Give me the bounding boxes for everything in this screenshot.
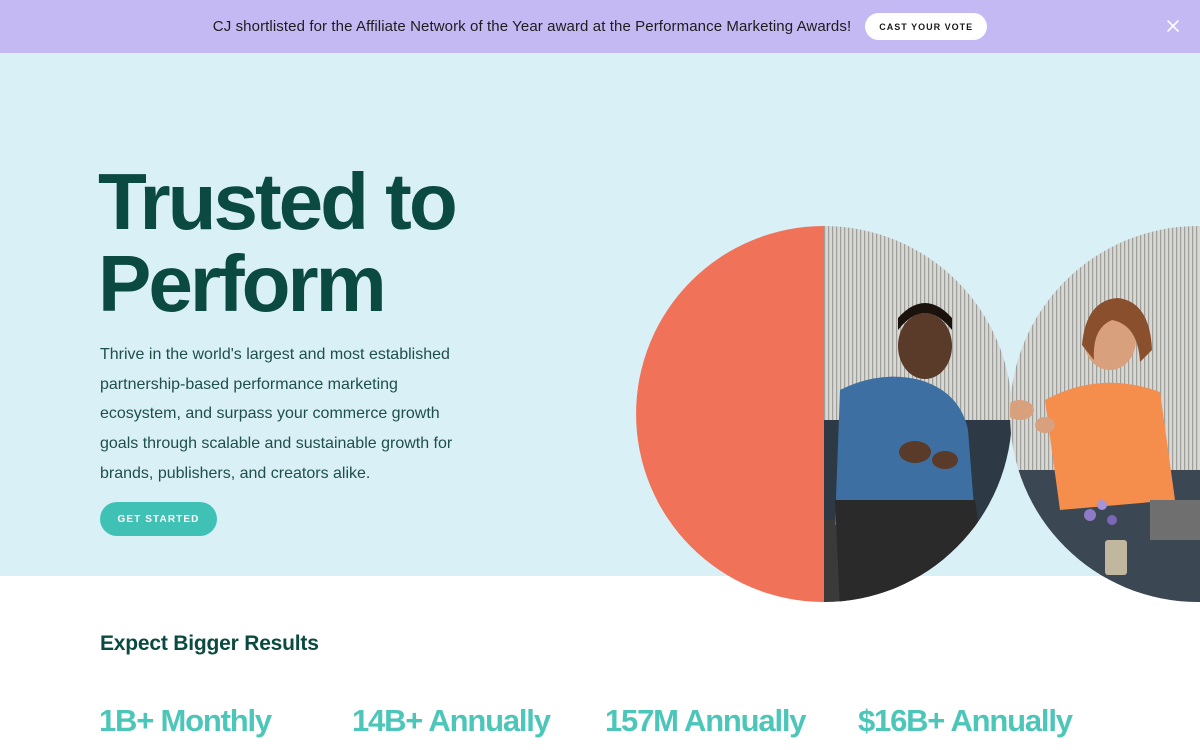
banner-text: CJ shortlisted for the Affiliate Network…: [212, 18, 852, 35]
get-started-button[interactable]: GET STARTED: [100, 502, 217, 536]
cast-your-vote-button[interactable]: CAST YOUR VOTE: [865, 13, 988, 40]
hero-description: Thrive in the world's largest and most e…: [100, 346, 453, 482]
stat-annually-2: 157M Annually: [605, 703, 807, 738]
stat-annually-3: $16B+ Annually: [858, 703, 1073, 738]
stat-monthly: 1B+ Monthly: [99, 703, 272, 738]
announcement-banner: CJ shortlisted for the Affiliate Network…: [0, 0, 1200, 53]
hero-title-line-2: Perform: [98, 239, 387, 328]
results-title: Expect Bigger Results: [100, 632, 319, 655]
hero-title-line-1: Trusted to: [98, 157, 458, 246]
stat-annually-1: 14B+ Annually: [352, 703, 551, 738]
hero-title: Trusted to Perform: [98, 161, 578, 325]
close-icon[interactable]: [1164, 17, 1182, 35]
hero-section: Trusted to Perform Thrive in the world's…: [0, 53, 1200, 576]
